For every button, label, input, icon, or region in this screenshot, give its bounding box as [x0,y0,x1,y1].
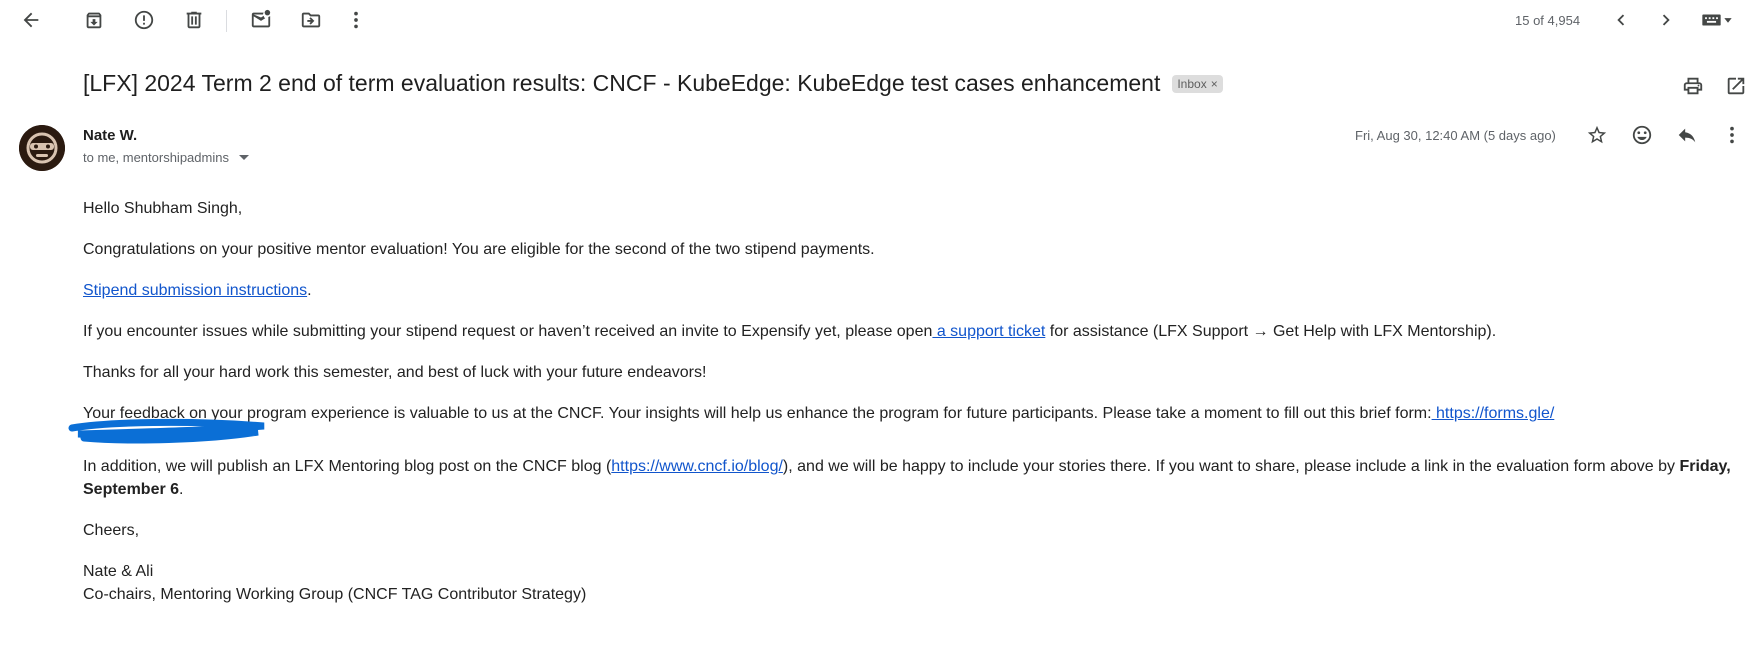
inbox-label[interactable]: Inbox × [1172,74,1223,93]
open-new-window-button[interactable] [1718,68,1754,104]
congrats-paragraph: Congratulations on your positive mentor … [83,241,875,258]
more-toolbar-button[interactable] [338,2,374,38]
email-date: Fri, Aug 30, 12:40 AM (5 days ago) [1355,128,1556,143]
blog-text: In addition, we will publish an LFX Ment… [83,458,612,475]
issues-tail: for assistance (LFX Support → Get Help w… [1045,323,1497,340]
stipend-paragraph: Stipend submission instructions. [83,279,1743,302]
reply-icon [1678,128,1696,143]
signature-title: Co-chairs, Mentoring Working Group (CNCF… [83,586,587,603]
message-counter: 15 of 4,954 [1515,13,1581,28]
signature-names: Nate & Ali [83,563,154,580]
inbox-label-text: Inbox [1177,76,1207,91]
avatar-face-icon [19,125,65,171]
mark-unread-button[interactable] [243,2,279,38]
back-arrow-icon [23,12,39,28]
cncf-blog-link[interactable]: https://www.cncf.io/blog/ [611,458,783,475]
newer-button[interactable] [1603,2,1639,38]
report-spam-icon [134,10,154,30]
issues-text: If you encounter issues while submitting… [83,323,933,340]
stipend-period: . [307,282,312,299]
add-reaction-button[interactable] [1624,117,1660,153]
email-body: Hello Shubham Singh, Congratulations on … [83,197,1743,606]
remove-label-icon[interactable]: × [1211,77,1218,91]
more-vert-icon [1730,126,1734,144]
delete-icon [186,11,202,29]
delete-button[interactable] [176,2,212,38]
greeting: Hello Shubham Singh, [83,200,243,217]
chevron-left-icon [1617,14,1625,26]
toolbar-divider [226,10,227,32]
archive-icon [86,12,102,29]
thanks-paragraph: Thanks for all your hard work this semes… [83,364,707,381]
mark-unread-icon [251,9,271,28]
show-details-icon[interactable] [238,155,249,160]
more-vert-icon [354,11,358,29]
chevron-right-icon [1662,14,1670,26]
subject-row: [LFX] 2024 Term 2 end of term evaluation… [83,70,1223,97]
report-spam-button[interactable] [126,2,162,38]
move-to-button[interactable] [293,2,329,38]
more-message-button[interactable] [1714,117,1750,153]
emoji-icon [1632,125,1652,145]
signature: Nate & Ali Co-chairs, Mentoring Working G… [83,560,1743,606]
older-button[interactable] [1648,2,1684,38]
open-new-window-icon [1727,77,1745,95]
stipend-instructions-link[interactable]: Stipend submission instructions [83,282,307,299]
back-button[interactable] [13,2,49,38]
feedback-text: Your feedback on your program experience… [83,405,1432,422]
deadline-period: . [179,481,184,498]
star-icon [1587,125,1607,144]
print-button[interactable] [1675,68,1711,104]
email-subject: [LFX] 2024 Term 2 end of term evaluation… [83,70,1161,96]
star-button[interactable] [1579,117,1615,153]
sender-name[interactable]: Nate W. [83,127,137,144]
keyboard-icon [1702,14,1732,26]
reply-button[interactable] [1669,117,1705,153]
recipients-line: to me, mentorshipadmins [83,150,249,165]
archive-button[interactable] [76,2,112,38]
support-ticket-link[interactable]: a support ticket [932,323,1046,340]
move-to-icon [301,12,321,28]
cheers: Cheers, [83,522,140,539]
issues-paragraph: If you encounter issues while submitting… [83,320,1743,343]
sender-avatar[interactable] [19,125,65,171]
feedback-paragraph: Your feedback on your program experience… [83,402,1743,455]
input-tools-button[interactable] [1694,2,1740,38]
blog-tail: ), and we will be happy to include your … [782,458,1680,475]
blog-paragraph: In addition, we will publish an LFX Ment… [83,455,1743,501]
feedback-form-link[interactable]: https://forms.gle/ [1432,405,1554,422]
recipients-text: to me, mentorshipadmins [83,150,229,165]
print-icon [1683,77,1703,95]
redaction-scribble [68,418,265,444]
